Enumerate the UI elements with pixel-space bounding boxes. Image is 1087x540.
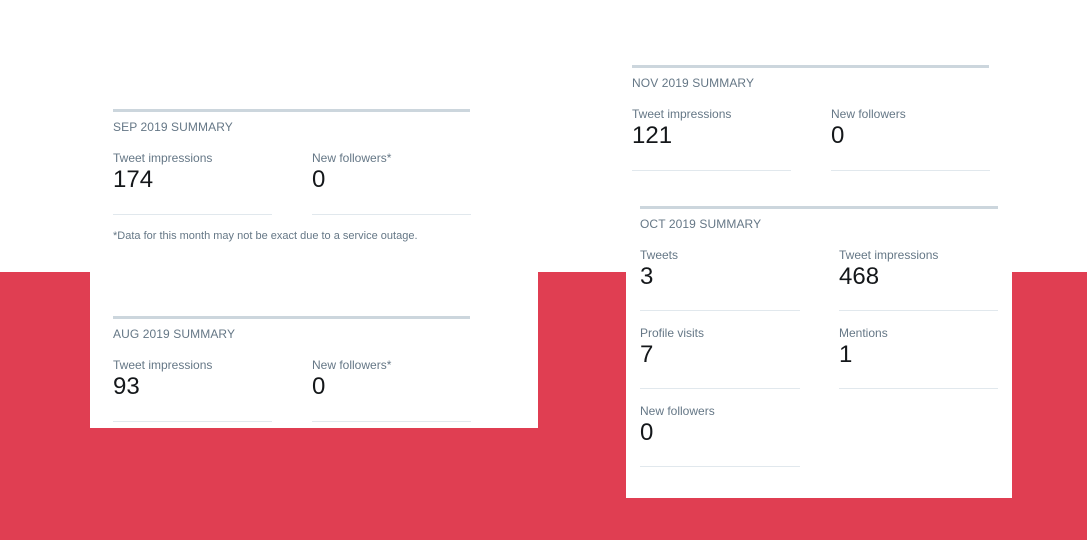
stat-underline	[113, 214, 272, 215]
stat-value: 0	[312, 373, 326, 400]
oct-tweets-stat: Tweets 3	[640, 248, 800, 311]
stat-underline	[312, 214, 471, 215]
stat-value: 93	[113, 373, 140, 400]
stat-label: Tweet impressions	[113, 151, 213, 165]
stat-label: New followers*	[312, 151, 392, 165]
stat-underline	[831, 170, 990, 171]
summary-divider	[632, 65, 989, 68]
stat-value: 0	[831, 122, 845, 149]
stat-value: 3	[640, 263, 654, 290]
summary-heading: AUG 2019 SUMMARY	[113, 327, 236, 341]
stat-label: Mentions	[839, 326, 888, 340]
stat-label: Tweet impressions	[839, 248, 939, 262]
stat-underline	[839, 388, 998, 389]
summary-divider	[113, 316, 470, 319]
oct-new-followers-stat: New followers 0	[640, 404, 800, 467]
sep-2019-summary: SEP 2019 SUMMARY	[113, 109, 470, 134]
stat-underline	[640, 466, 800, 467]
summary-heading: OCT 2019 SUMMARY	[640, 217, 762, 231]
stat-value: 1	[839, 341, 853, 368]
oct-tweet-impressions-stat: Tweet impressions 468	[839, 248, 998, 311]
stat-label: New followers	[831, 107, 906, 121]
stat-value: 0	[640, 419, 654, 446]
right-summary-card: NOV 2019 SUMMARY Tweet impressions 121 N…	[626, 0, 1012, 498]
stat-label: Profile visits	[640, 326, 705, 340]
sep-tweet-impressions-stat: Tweet impressions 174	[113, 151, 272, 215]
stat-label: Tweet impressions	[632, 107, 732, 121]
nov-2019-summary: NOV 2019 SUMMARY	[632, 65, 989, 90]
stat-label: Tweets	[640, 248, 679, 262]
stat-label: New followers	[640, 404, 715, 418]
summary-divider	[640, 206, 998, 209]
left-summary-card: SEP 2019 SUMMARY Tweet impressions 174 N…	[90, 0, 538, 428]
stat-value: 174	[113, 166, 154, 193]
stat-underline	[312, 421, 471, 422]
stat-label: New followers*	[312, 358, 392, 372]
oct-2019-summary: OCT 2019 SUMMARY	[640, 206, 998, 231]
nov-new-followers-stat: New followers 0	[831, 107, 990, 171]
sep-new-followers-stat: New followers* 0	[312, 151, 471, 215]
stat-value: 7	[640, 341, 654, 368]
stat-underline	[632, 170, 791, 171]
stat-value: 0	[312, 166, 326, 193]
summary-divider	[113, 109, 470, 112]
nov-tweet-impressions-stat: Tweet impressions 121	[632, 107, 791, 171]
summary-heading: NOV 2019 SUMMARY	[632, 76, 755, 90]
stat-underline	[113, 421, 272, 422]
stat-value: 468	[839, 263, 880, 290]
aug-2019-summary: AUG 2019 SUMMARY	[113, 316, 470, 341]
stat-underline	[640, 388, 800, 389]
service-outage-note: *Data for this month may not be exact du…	[113, 230, 418, 242]
oct-mentions-stat: Mentions 1	[839, 326, 998, 389]
stat-underline	[839, 310, 998, 311]
stat-value: 121	[632, 122, 673, 149]
stat-underline	[640, 310, 800, 311]
aug-new-followers-stat: New followers* 0	[312, 358, 471, 422]
oct-profile-visits-stat: Profile visits 7	[640, 326, 800, 389]
summary-heading: SEP 2019 SUMMARY	[113, 120, 233, 134]
stat-label: Tweet impressions	[113, 358, 213, 372]
aug-tweet-impressions-stat: Tweet impressions 93	[113, 358, 272, 422]
